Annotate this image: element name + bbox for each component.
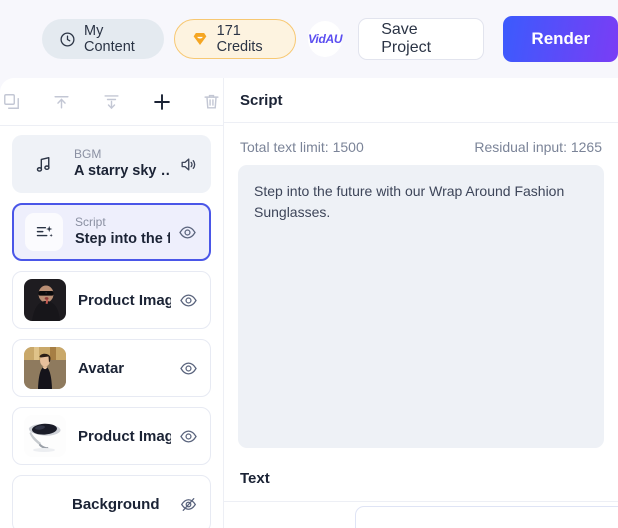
layer-subtitle: Script bbox=[75, 215, 106, 229]
add-icon[interactable] bbox=[150, 90, 173, 114]
layer-text-block: Avatar bbox=[78, 359, 171, 378]
eye-icon[interactable] bbox=[177, 357, 199, 379]
credits-button[interactable]: 171 Credits bbox=[173, 19, 297, 59]
total-text-limit-label: Total text limit: 1500 bbox=[240, 139, 364, 155]
speaker-icon[interactable] bbox=[177, 153, 199, 175]
save-project-button[interactable]: Save Project bbox=[358, 18, 485, 60]
layer-toolbar bbox=[0, 78, 223, 126]
render-label: Render bbox=[531, 29, 590, 48]
layer-text-block: BGM A starry sky … bbox=[74, 147, 171, 181]
vidau-logo: VidAU bbox=[308, 21, 343, 57]
script-properties-panel: Script Total text limit: 1500 Residual i… bbox=[224, 78, 618, 528]
clock-icon bbox=[59, 31, 76, 48]
move-up-icon[interactable] bbox=[50, 90, 73, 114]
text-section-title: Text bbox=[240, 470, 270, 487]
layer-item-bgm[interactable]: BGM A starry sky … bbox=[12, 135, 211, 193]
music-note-icon bbox=[24, 145, 62, 183]
eye-off-icon[interactable] bbox=[177, 493, 199, 515]
layer-text-block: Product Image bbox=[78, 291, 171, 310]
layer-title: Step into the f… bbox=[75, 231, 170, 247]
layer-text-block: Product Image bbox=[78, 427, 171, 446]
app-root: My Content 171 Credits VidAU Save Projec… bbox=[0, 0, 618, 528]
layer-title: Avatar bbox=[78, 359, 125, 377]
layer-item-product-image-1[interactable]: Product Image bbox=[12, 271, 211, 329]
render-button[interactable]: Render bbox=[503, 16, 618, 62]
move-down-icon[interactable] bbox=[100, 90, 123, 114]
layer-item-background[interactable]: Background bbox=[12, 475, 211, 528]
layer-title: Product Image bbox=[78, 291, 171, 309]
my-content-button[interactable]: My Content bbox=[42, 19, 164, 59]
duplicate-icon[interactable] bbox=[0, 90, 23, 114]
layer-title: Background bbox=[72, 495, 160, 513]
limits-row: Total text limit: 1500 Residual input: 1… bbox=[224, 123, 618, 165]
layer-list: BGM A starry sky … Script Step into the … bbox=[0, 126, 223, 528]
layer-text-block: Script Step into the f… bbox=[75, 215, 170, 249]
layer-item-script[interactable]: Script Step into the f… bbox=[12, 203, 211, 261]
thumbnail-sunglasses-model bbox=[24, 279, 66, 321]
layer-title: A starry sky … bbox=[74, 163, 171, 179]
layer-item-avatar[interactable]: Avatar bbox=[12, 339, 211, 397]
layer-text-block: Background bbox=[72, 495, 171, 514]
eye-icon[interactable] bbox=[176, 221, 198, 243]
delete-icon[interactable] bbox=[200, 90, 223, 114]
top-header: My Content 171 Credits VidAU Save Projec… bbox=[0, 0, 618, 78]
residual-input-label: Residual input: 1265 bbox=[474, 139, 602, 155]
script-input[interactable]: Step into the future with our Wrap Aroun… bbox=[238, 165, 604, 448]
eye-icon[interactable] bbox=[177, 289, 199, 311]
script-icon bbox=[25, 213, 63, 251]
main-body: BGM A starry sky … Script Step into the … bbox=[0, 78, 618, 528]
page-title: Script bbox=[240, 91, 283, 109]
layers-panel: BGM A starry sky … Script Step into the … bbox=[0, 78, 224, 528]
text-section-header: Text bbox=[224, 456, 618, 502]
thumbnail-avatar-woman bbox=[24, 347, 66, 389]
eye-icon[interactable] bbox=[177, 425, 199, 447]
thumbnail-sunglasses-product bbox=[24, 415, 66, 457]
vidau-logo-text: VidAU bbox=[308, 32, 343, 46]
save-project-label: Save Project bbox=[381, 21, 432, 56]
text-input-field[interactable] bbox=[355, 506, 618, 528]
layer-item-product-image-2[interactable]: Product Image bbox=[12, 407, 211, 465]
layer-subtitle: BGM bbox=[74, 147, 102, 161]
script-section-header: Script bbox=[224, 78, 618, 123]
credits-label: 171 Credits bbox=[216, 23, 263, 55]
my-content-label: My Content bbox=[84, 23, 135, 55]
layer-title: Product Image bbox=[78, 427, 171, 445]
gem-icon bbox=[191, 30, 209, 48]
